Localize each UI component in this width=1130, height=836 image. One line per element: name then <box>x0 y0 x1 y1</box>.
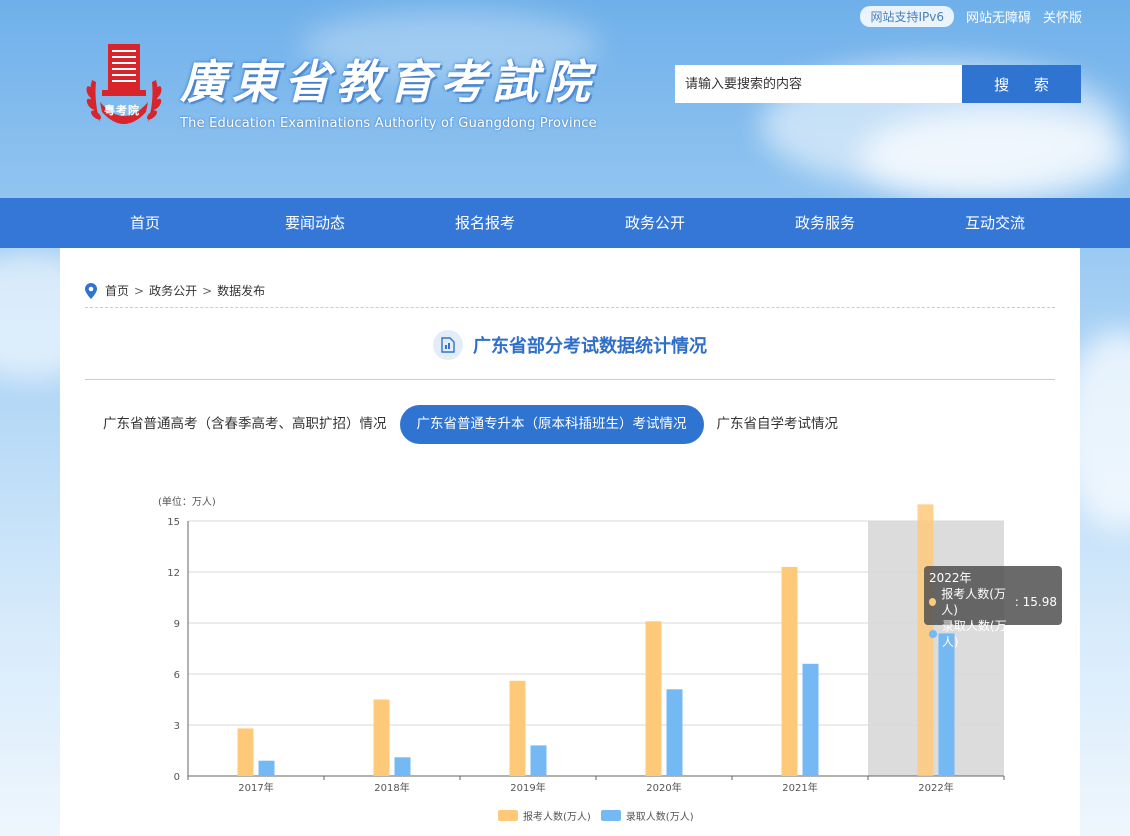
search-button[interactable]: 搜 索 <box>962 65 1081 103</box>
search-input[interactable] <box>675 65 962 103</box>
nav-item-gov-affairs[interactable]: 政务公开 <box>570 198 740 248</box>
y-tick-label: 9 <box>174 619 180 630</box>
tooltip-applicants-label: 报考人数(万人) <box>941 587 1006 617</box>
nav-item-home[interactable]: 首页 <box>60 198 230 248</box>
x-tick-label: 2017年 <box>238 781 273 794</box>
brand-name-en: The Education Examinations Authority of … <box>180 115 597 131</box>
nav-item-news[interactable]: 要闻动态 <box>230 198 400 248</box>
bar-admitted <box>258 760 275 776</box>
x-tick-label: 2018年 <box>374 781 409 794</box>
bar-admitted <box>802 663 819 776</box>
tooltip-title: 2022年 <box>929 571 972 585</box>
bar-admitted <box>666 689 683 776</box>
y-tick-label: 0 <box>174 772 180 783</box>
ipv6-badge: 网站支持IPv6 <box>860 6 954 27</box>
site-logo[interactable]: 粤考院 廣東省教育考試院 The Education Examinations … <box>80 40 597 136</box>
y-tick-label: 3 <box>174 721 180 732</box>
tooltip-applicants-value: 15.98 <box>1022 595 1057 609</box>
bar-applicants <box>509 680 526 776</box>
chart-tooltip: 2022年 报考人数(万人): 15.98 录取人数(万人): 8.39 <box>924 566 1062 649</box>
legend-label-applicants: 报考人数(万人) <box>523 812 591 823</box>
accessibility-link[interactable]: 网站无障碍 <box>966 7 1031 26</box>
bar-admitted <box>394 757 411 776</box>
site-header: 网站支持IPv6 网站无障碍 关怀版 粤考院 廣東省教育考試院 The Educ… <box>0 0 1130 198</box>
content-panel: 首页 > 政务公开 > 数据发布 广东省部分考试数据统计情况 广东省普通高考（含… <box>60 248 1080 836</box>
legend-swatch-admitted <box>600 810 621 821</box>
y-unit-label: (单位：万人) <box>158 495 216 508</box>
x-tick-label: 2021年 <box>782 781 817 794</box>
bar-admitted <box>530 745 547 776</box>
x-tick-label: 2020年 <box>646 781 681 794</box>
nav-item-gov-services[interactable]: 政务服务 <box>740 198 910 248</box>
main-nav: 首页 要闻动态 报名报考 政务公开 政务服务 互动交流 <box>0 198 1130 248</box>
tooltip-admitted-value: 8.39 <box>1030 627 1057 641</box>
bar-applicants <box>781 566 798 776</box>
bar-applicants <box>645 621 662 776</box>
y-tick-label: 6 <box>174 670 180 681</box>
x-tick-label: 2022年 <box>918 781 953 794</box>
search-bar: 搜 索 <box>675 65 1081 103</box>
y-tick-label: 12 <box>167 568 180 579</box>
chart-legend: 报考人数(万人) 录取人数(万人) <box>498 808 694 823</box>
seal-text: 粤考院 <box>104 104 140 117</box>
y-tick-label: 15 <box>167 517 180 528</box>
brand-name-cn: 廣東省教育考試院 <box>180 54 596 109</box>
tooltip-admitted-dot <box>929 630 937 638</box>
nav-item-registration[interactable]: 报名报考 <box>400 198 570 248</box>
legend-label-admitted: 录取人数(万人) <box>625 812 694 823</box>
legend-swatch-applicants <box>498 810 518 821</box>
top-links: 网站支持IPv6 网站无障碍 关怀版 <box>860 6 1082 27</box>
elderly-mode-link[interactable]: 关怀版 <box>1043 7 1082 26</box>
legend-item-applicants[interactable]: 报考人数(万人) <box>498 808 591 823</box>
tooltip-applicants-dot <box>929 598 937 606</box>
bar-applicants <box>373 699 390 776</box>
seal-emblem-icon: 粤考院 <box>80 40 168 136</box>
x-tick-label: 2019年 <box>510 781 545 794</box>
nav-item-interaction[interactable]: 互动交流 <box>910 198 1080 248</box>
bar-applicants <box>237 728 254 776</box>
bar-chart: 0 3 6 9 12 15 (单位：万人) 2017年 2018年 2019年 2020年 2021年… <box>158 495 1005 794</box>
tooltip-admitted-label: 录取人数(万人) <box>941 619 1007 649</box>
legend-item-admitted[interactable]: 录取人数(万人) <box>600 808 694 823</box>
bar-admitted <box>938 633 955 776</box>
